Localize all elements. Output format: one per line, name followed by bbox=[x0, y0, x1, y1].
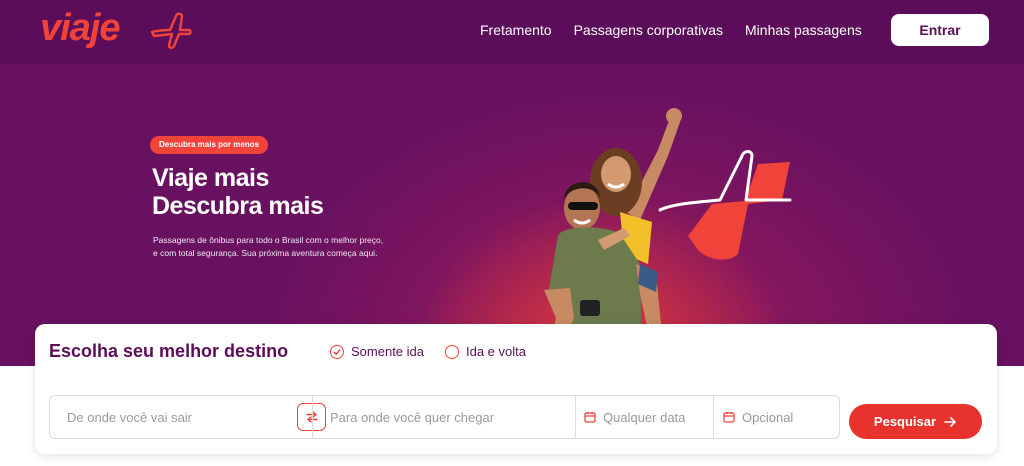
field-divider bbox=[312, 396, 313, 438]
origin-input[interactable]: De onde você vai sair bbox=[67, 396, 292, 438]
promo-badge: Descubra mais por menos bbox=[150, 136, 269, 154]
search-fields: De onde você vai sair Para onde você que… bbox=[49, 395, 840, 439]
top-navbar: viaje Fretamento Passagens corporativas … bbox=[0, 0, 1024, 64]
brand-logo[interactable]: viaje bbox=[40, 6, 200, 50]
checked-radio-icon bbox=[330, 344, 344, 359]
radio-icon bbox=[445, 344, 459, 359]
search-card-title: Escolha seu melhor destino bbox=[49, 341, 289, 361]
search-card: Escolha seu melhor destino Somente ida I… bbox=[35, 324, 997, 454]
plus-logo-icon bbox=[150, 12, 192, 49]
login-button[interactable]: Entrar bbox=[891, 14, 989, 46]
nav-link-minhas-passagens[interactable]: Minhas passagens bbox=[745, 22, 862, 38]
hero-title-line-2: Descubra mais bbox=[152, 192, 324, 220]
hero-subtitle-line-1: Passagens de ônibus para todo o Brasil c… bbox=[153, 235, 384, 245]
page: viaje Fretamento Passagens corporativas … bbox=[0, 0, 1024, 466]
return-date-input[interactable]: Opcional bbox=[723, 396, 833, 438]
trip-type-round-trip-label: Ida e volta bbox=[466, 344, 526, 359]
search-button[interactable]: Pesquisar bbox=[849, 404, 982, 439]
trip-type-one-way[interactable]: Somente ida bbox=[330, 344, 424, 359]
nav-link-passagens-corporativas[interactable]: Passagens corporativas bbox=[574, 22, 723, 38]
calendar-icon bbox=[584, 412, 596, 423]
nav-link-fretamento[interactable]: Fretamento bbox=[480, 22, 552, 38]
arrow-right-icon bbox=[944, 416, 956, 427]
main-nav: Fretamento Passagens corporativas Minhas… bbox=[480, 0, 884, 60]
trip-type-one-way-label: Somente ida bbox=[351, 344, 424, 359]
departure-date-placeholder: Qualquer data bbox=[603, 409, 686, 425]
logo-wordmark: viaje bbox=[40, 7, 121, 49]
field-divider bbox=[575, 396, 576, 438]
return-date-placeholder: Opcional bbox=[742, 409, 794, 425]
hero-title: Viaje mais Descubra mais bbox=[152, 164, 324, 220]
trip-type-round-trip[interactable]: Ida e volta bbox=[445, 344, 526, 359]
hero-banner: Descubra mais por menos Viaje mais Descu… bbox=[0, 64, 1024, 366]
departure-date-input[interactable]: Qualquer data bbox=[584, 396, 714, 438]
calendar-icon bbox=[723, 412, 735, 423]
hero-title-line-1: Viaje mais bbox=[152, 164, 269, 192]
search-button-label: Pesquisar bbox=[873, 414, 937, 429]
destination-input[interactable]: Para onde você quer chegar bbox=[330, 396, 570, 438]
field-divider bbox=[713, 396, 714, 438]
hero-subtitle-line-2: e com total segurança. Sua próxima avent… bbox=[153, 248, 378, 258]
hero-subtitle: Passagens de ônibus para todo o Brasil c… bbox=[153, 234, 453, 260]
